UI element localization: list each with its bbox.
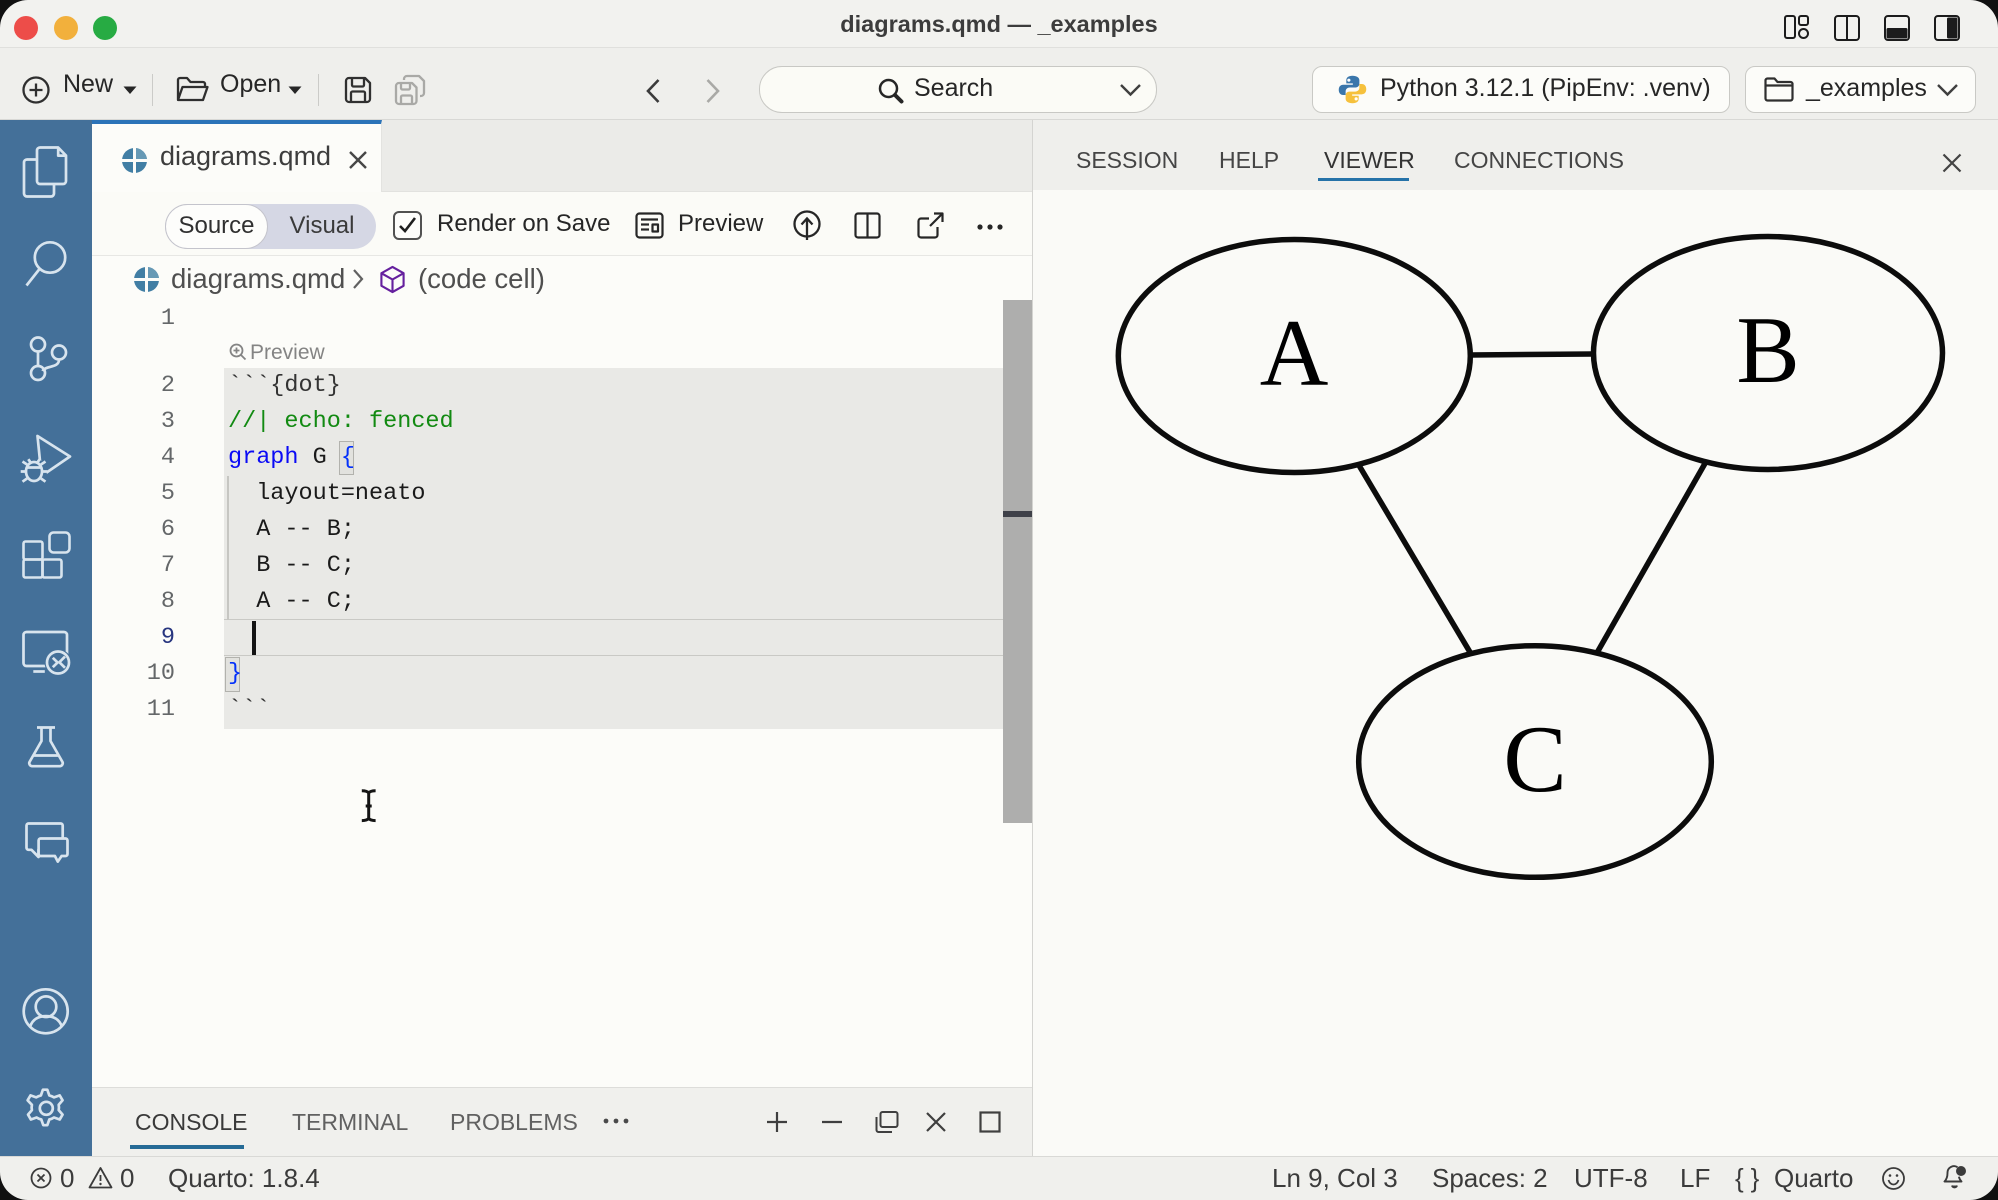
- svg-text:A: A: [1260, 300, 1329, 406]
- svg-text:B: B: [1736, 297, 1799, 403]
- svg-text:C: C: [1503, 706, 1566, 812]
